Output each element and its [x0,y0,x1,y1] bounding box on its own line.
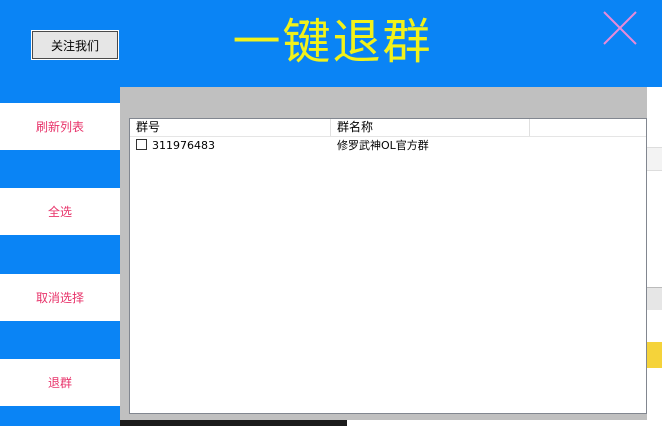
group-name-cell: 修罗武神OL官方群 [337,139,429,152]
list-item[interactable]: 311976483 修罗武神OL官方群 [130,137,646,154]
group-id-cell: 311976483 [152,139,215,152]
background-window-edge [647,87,662,426]
app-title: 一键退群 [232,14,433,70]
column-header-empty[interactable] [530,119,647,136]
refresh-list-button[interactable]: 刷新列表 [0,103,120,150]
row-checkbox[interactable] [136,139,147,150]
quit-group-button[interactable]: 退群 [0,359,120,406]
deselect-button[interactable]: 取消选择 [0,274,120,321]
list-header: 群号 群名称 [130,119,646,137]
close-icon[interactable] [600,8,640,48]
group-list[interactable]: 群号 群名称 311976483 修罗武神OL官方群 [129,118,647,414]
follow-us-button[interactable]: 关注我们 [31,30,119,60]
column-header-group-id[interactable]: 群号 [130,119,331,136]
select-all-button[interactable]: 全选 [0,188,120,235]
app-window: 关注我们 一键退群 刷新列表 全选 取消选择 退群 群号 群名称 3119764… [0,0,662,426]
column-header-group-name[interactable]: 群名称 [331,119,530,136]
